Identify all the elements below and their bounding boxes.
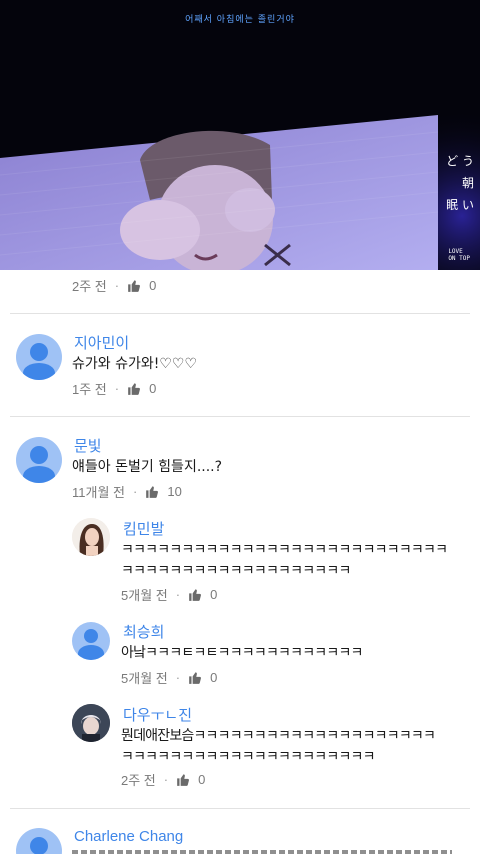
comment-meta: 11개월 전 · 10 <box>72 482 182 501</box>
thumbs-up-icon[interactable] <box>127 279 141 292</box>
comment-time: 11개월 전 <box>72 485 125 500</box>
screen-caption: ど う 朝 眠 い <box>446 150 474 216</box>
thumbs-up-icon[interactable] <box>176 773 190 786</box>
divider <box>10 416 470 417</box>
reply-meta: 5개월 전 · 0 <box>121 668 217 687</box>
comment-meta: 2주 전 · 0 <box>72 276 156 295</box>
video-player[interactable]: 어째서 아침에는 졸린거야 ど う 朝 眠 い LOVE ON TOP <box>0 0 480 270</box>
reply-text: 뭔데애잔보슴ㅋㅋㅋㅋㅋㅋㅋㅋㅋㅋㅋㅋㅋㅋㅋㅋㅋㅋㅋㅋ <box>121 728 436 744</box>
thumbs-up-icon[interactable] <box>188 588 202 601</box>
screen-caption-line: ど う <box>446 154 474 168</box>
reply-text: ㅋㅋㅋㅋㅋㅋㅋㅋㅋㅋㅋㅋㅋㅋㅋㅋㅋㅋㅋ <box>121 563 351 579</box>
divider <box>10 313 470 314</box>
like-count: 0 <box>210 587 218 602</box>
comment-text-cutoff <box>72 850 452 854</box>
comment-author[interactable]: 지아민이 <box>74 332 129 353</box>
avatar[interactable] <box>72 704 110 742</box>
comment-time: 2주 전 <box>72 279 107 294</box>
screen-logo-line: ON TOP <box>448 255 470 262</box>
thumbs-up-icon[interactable] <box>188 671 202 684</box>
comment-author[interactable]: 문빛 <box>74 435 102 456</box>
video-subtitle: 어째서 아침에는 졸린거야 <box>185 15 295 25</box>
separator-dot: · <box>163 772 169 787</box>
separator-dot: · <box>175 587 181 602</box>
screen-caption-line: 眠 い <box>446 198 474 212</box>
video-frame <box>0 90 480 270</box>
screen-logo-line: LOVE <box>448 248 463 255</box>
reply-author[interactable]: 최승희 <box>123 621 164 642</box>
comment-text: 슈가와 슈가와!♡♡♡ <box>72 356 197 372</box>
separator-dot: · <box>114 278 120 293</box>
reply-meta: 2주 전 · 0 <box>121 770 205 789</box>
avatar[interactable] <box>72 518 110 556</box>
screen-caption-line: 朝 <box>461 176 474 190</box>
like-count: 0 <box>198 772 206 787</box>
like-count: 0 <box>149 278 157 293</box>
divider <box>10 808 470 809</box>
avatar[interactable] <box>16 437 62 483</box>
reply-author[interactable]: 킴민발 <box>123 518 164 539</box>
like-count: 10 <box>167 484 182 499</box>
avatar[interactable] <box>16 334 62 380</box>
reply-time: 5개월 전 <box>121 671 168 686</box>
reply-time: 2주 전 <box>121 773 156 788</box>
screen-logo: LOVE ON TOP <box>448 248 470 262</box>
reply-meta: 5개월 전 · 0 <box>121 585 217 604</box>
like-count: 0 <box>210 670 218 685</box>
thumbs-up-icon[interactable] <box>127 382 141 395</box>
comment-meta: 1주 전 · 0 <box>72 379 156 398</box>
thumbs-up-icon[interactable] <box>145 485 159 498</box>
comment-author[interactable]: Charlene Chang <box>74 828 183 845</box>
separator-dot: · <box>133 484 138 499</box>
reply-text: ㅋㅋㅋㅋㅋㅋㅋㅋㅋㅋㅋㅋㅋㅋㅋㅋㅋㅋㅋㅋㅋ <box>121 749 375 765</box>
comment-time: 1주 전 <box>72 382 107 397</box>
avatar-photo <box>72 518 110 556</box>
reply-text: ㅋㅋㅋㅋㅋㅋㅋㅋㅋㅋㅋㅋㅋㅋㅋㅋㅋㅋㅋㅋㅋㅋㅋㅋㅋㅋㅋ <box>121 542 448 558</box>
like-count: 0 <box>149 381 157 396</box>
avatar[interactable] <box>16 828 62 854</box>
reply-text: 아낰ㅋㅋㅋㅌㅋㅌㅋㅋㅋㅋㅋㅋㅋㅋㅋㅋㅋㅋ <box>121 645 363 661</box>
separator-dot: · <box>175 670 181 685</box>
avatar[interactable] <box>72 622 110 660</box>
reply-author[interactable]: 다우ㅜㄴ진 <box>123 704 192 725</box>
separator-dot: · <box>114 381 120 396</box>
avatar-photo <box>72 704 110 742</box>
reply-time: 5개월 전 <box>121 588 168 603</box>
comment-text: 얘들아 돈벌기 힘들지....? <box>72 459 223 475</box>
